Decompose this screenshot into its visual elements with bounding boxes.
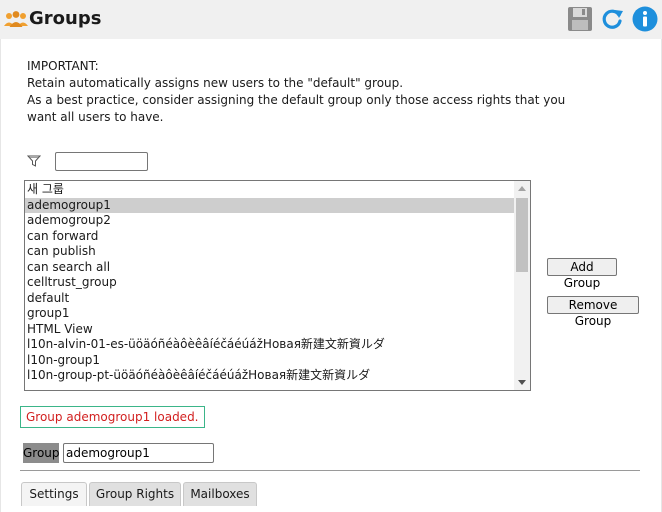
- list-item[interactable]: 새 그룹: [25, 182, 514, 198]
- notice-line-3: want all users to have.: [27, 110, 164, 124]
- notice-line-1: Retain automatically assigns new users t…: [27, 76, 404, 90]
- refresh-icon[interactable]: [599, 6, 625, 32]
- important-notice: IMPORTANT: Retain automatically assigns …: [27, 58, 566, 126]
- remove-group-button[interactable]: Remove Group: [547, 296, 639, 328]
- groups-icon: [4, 11, 28, 27]
- scroll-up-arrow-icon[interactable]: [518, 186, 526, 191]
- list-item[interactable]: l10n-group1: [25, 353, 514, 369]
- notice-heading: IMPORTANT:: [27, 59, 99, 73]
- list-item[interactable]: can forward: [25, 229, 514, 245]
- list-item[interactable]: HTML View: [25, 322, 514, 338]
- list-item[interactable]: default: [25, 291, 514, 307]
- list-item[interactable]: ademogroup2: [25, 213, 514, 229]
- group-list: 새 그룹 ademogroup1 ademogroup2 can forward can…: [25, 182, 514, 384]
- group-filter-input[interactable]: [55, 152, 148, 171]
- tab-mailboxes[interactable]: Mailboxes: [183, 482, 257, 506]
- list-item[interactable]: celltrust_group: [25, 275, 514, 291]
- list-item[interactable]: ademogroup1: [25, 197, 514, 213]
- status-message: Group ademogroup1 loaded.: [20, 406, 205, 428]
- scrollbar-thumb[interactable]: [516, 198, 528, 272]
- notice-line-2: As a best practice, consider assigning t…: [27, 93, 566, 107]
- group-name-input[interactable]: [63, 443, 214, 463]
- groups-panel: IMPORTANT: Retain automatically assigns …: [0, 39, 662, 512]
- list-item[interactable]: l10n-group-pt-üöäóñéàôèêâíéčáéúážНовая新建…: [25, 368, 514, 384]
- page-header: Groups: [0, 0, 662, 39]
- list-item[interactable]: can search all: [25, 260, 514, 276]
- list-item[interactable]: group1: [25, 306, 514, 322]
- list-item[interactable]: can publish: [25, 244, 514, 260]
- listbox-scrollbar[interactable]: [514, 181, 530, 390]
- group-field-label: Group: [23, 443, 60, 463]
- filter-icon: [27, 155, 41, 167]
- page-title: Groups: [29, 8, 102, 29]
- info-icon[interactable]: [632, 6, 658, 32]
- scroll-down-arrow-icon[interactable]: [518, 380, 526, 385]
- tab-settings[interactable]: Settings: [21, 482, 87, 506]
- group-listbox[interactable]: 새 그룹 ademogroup1 ademogroup2 can forward can…: [24, 180, 531, 391]
- tab-content-border: [20, 470, 640, 471]
- tab-group-rights[interactable]: Group Rights: [89, 482, 181, 506]
- list-item[interactable]: l10n-alvin-01-es-üöäóñéàôèêâíéčáéúážНова…: [25, 337, 514, 353]
- add-group-button[interactable]: Add Group: [547, 258, 617, 290]
- floppy-disk-icon[interactable]: [567, 6, 593, 32]
